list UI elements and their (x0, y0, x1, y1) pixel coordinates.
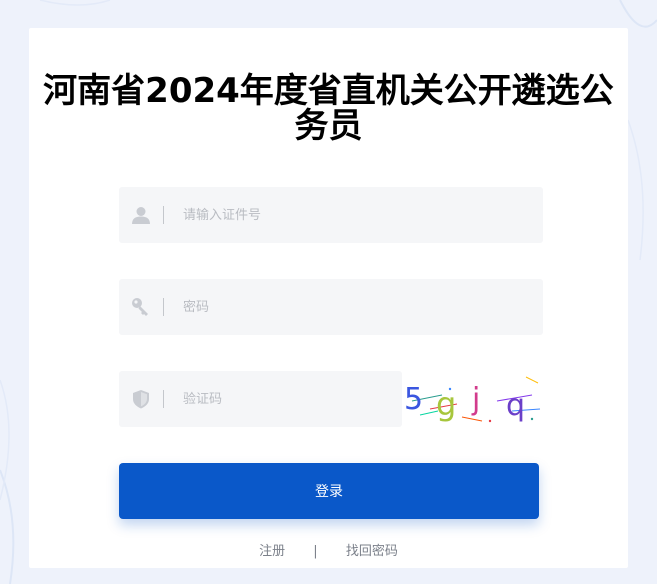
id-number-field (119, 187, 543, 243)
password-input[interactable] (173, 279, 513, 335)
field-separator (163, 206, 164, 224)
captcha-char: q (506, 388, 525, 423)
id-number-input[interactable] (173, 187, 513, 243)
captcha-field (119, 371, 402, 427)
captcha-image[interactable]: 5 g j q (402, 371, 543, 427)
shield-icon (131, 389, 151, 409)
footer-links: 注册 | 找回密码 (29, 540, 628, 559)
captcha-input[interactable] (173, 371, 393, 427)
field-separator (163, 298, 164, 316)
login-button[interactable]: 登录 (119, 463, 539, 519)
page-title: 河南省2024年度省直机关公开遴选公务员 (43, 71, 614, 146)
register-link[interactable]: 注册 (259, 544, 285, 559)
link-divider: | (313, 544, 318, 559)
captcha-char: j (471, 382, 480, 417)
captcha-char: 5 (404, 382, 423, 417)
captcha-char: g (436, 385, 456, 423)
recover-password-link[interactable]: 找回密码 (346, 544, 398, 559)
field-separator (163, 390, 164, 408)
key-icon (131, 297, 151, 317)
user-icon (131, 205, 151, 225)
password-field (119, 279, 543, 335)
login-card: 河南省2024年度省直机关公开遴选公务员 请输入证件号 验证码 5 g j q … (29, 28, 628, 568)
